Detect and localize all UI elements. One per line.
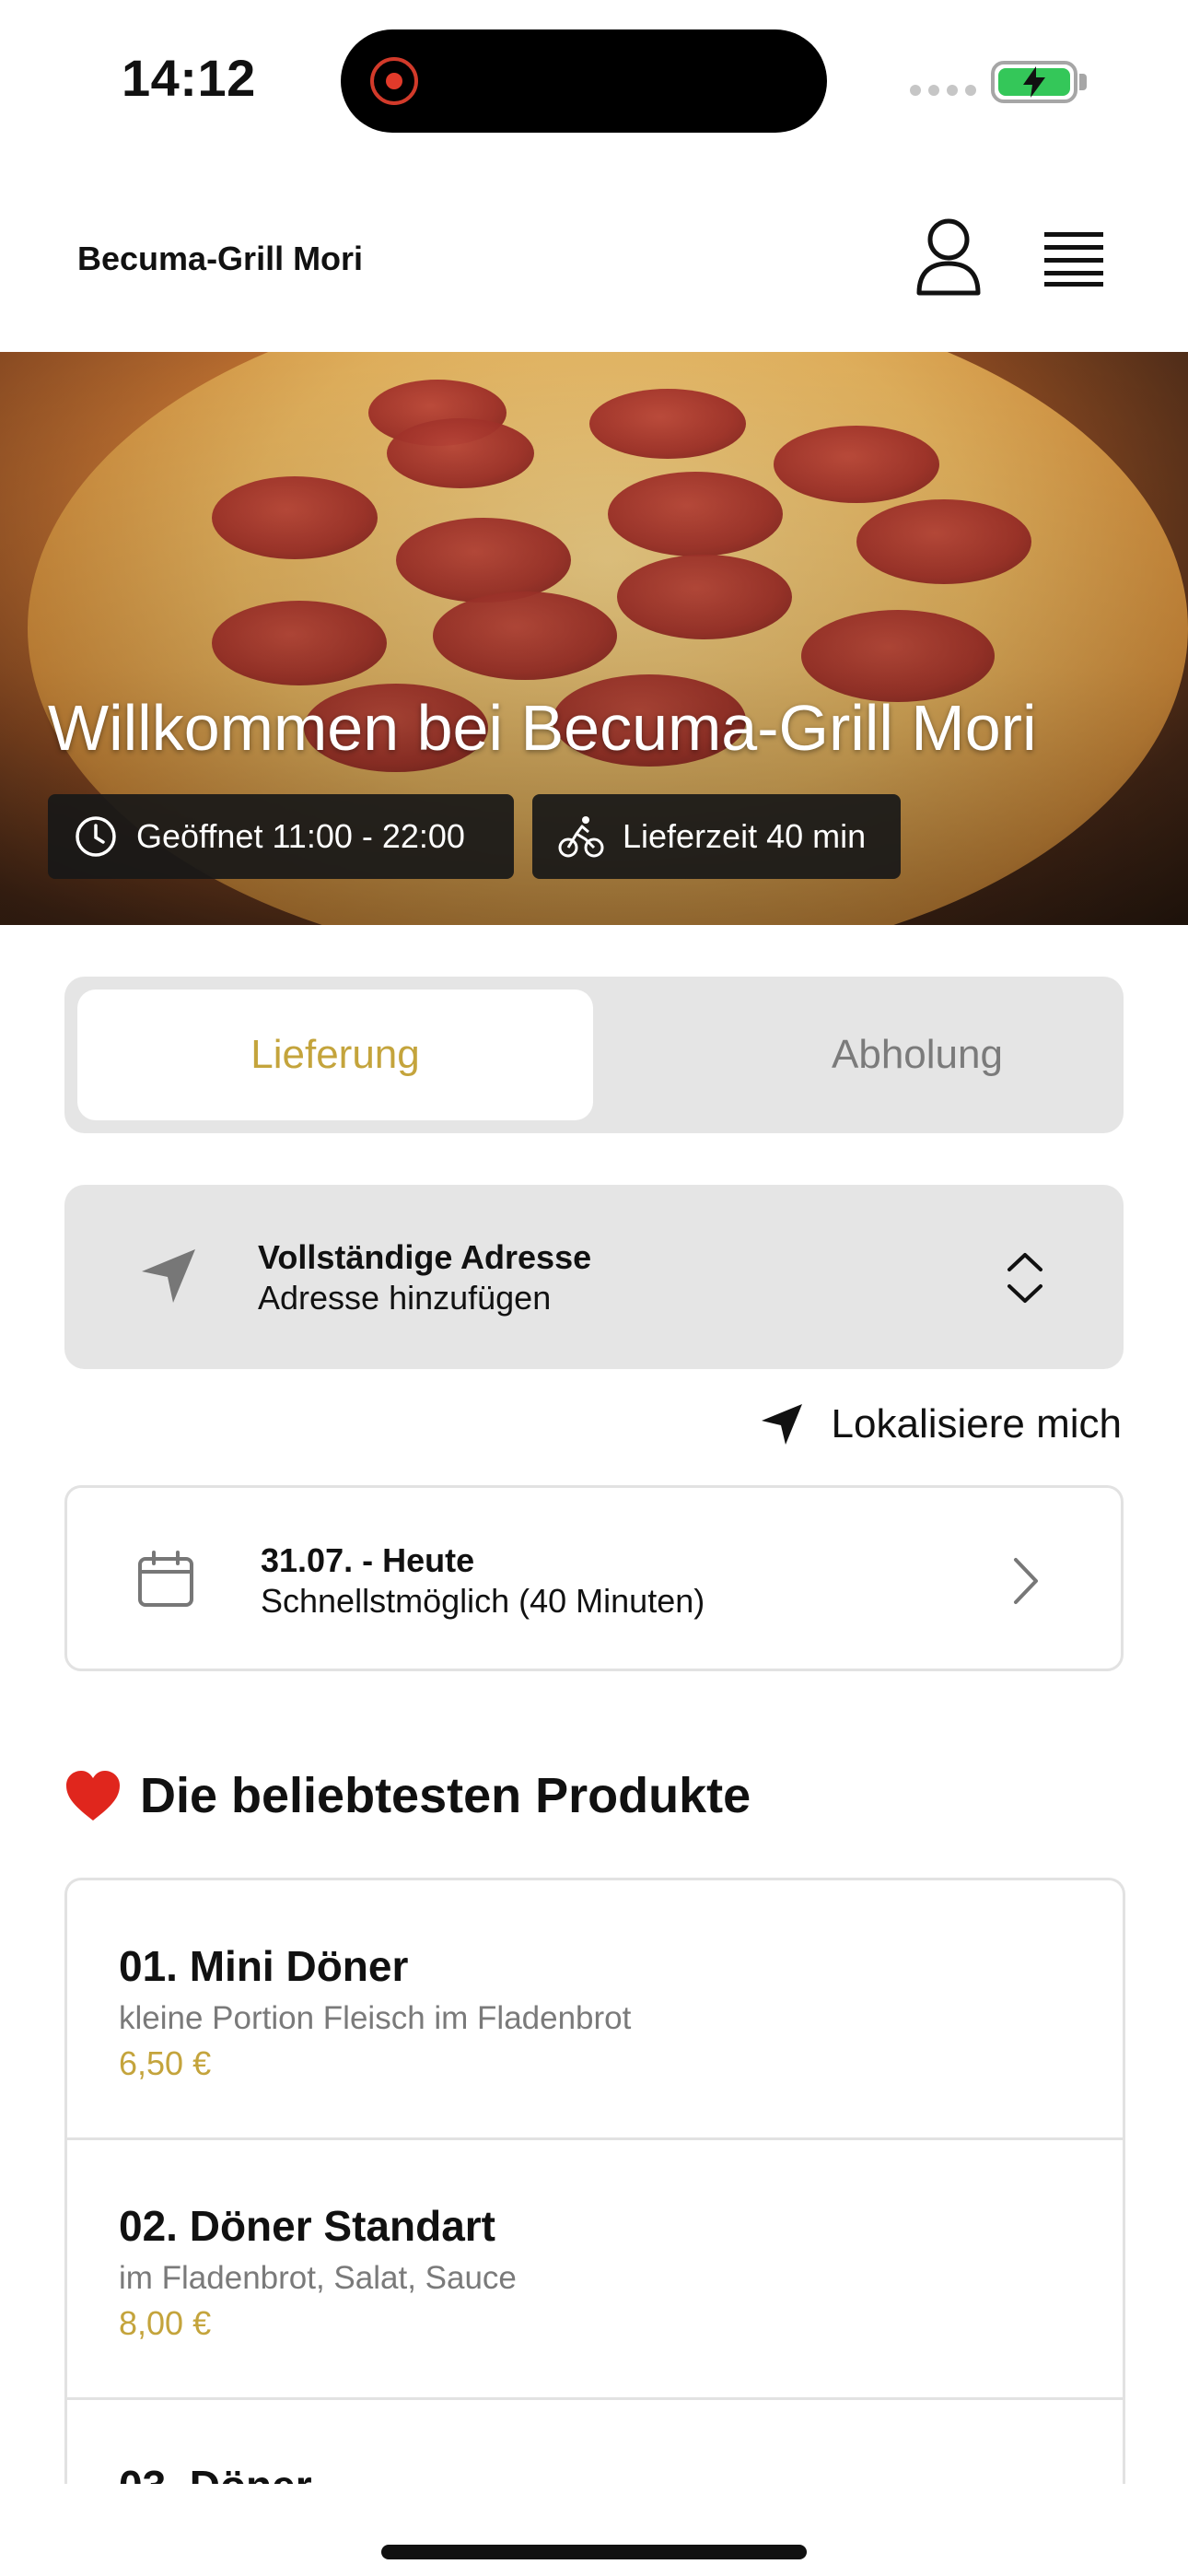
- bike-icon: [558, 816, 604, 858]
- battery-cap: [1079, 74, 1087, 90]
- status-bar: 14:12: [0, 0, 1188, 162]
- recording-indicator-icon: [370, 57, 418, 105]
- brand-name: Becuma-Grill Mori: [77, 240, 364, 277]
- menu-icon: [1044, 232, 1103, 287]
- updown-chevron-icon: [1007, 1253, 1042, 1303]
- address-title: Vollständige Adresse: [258, 1238, 592, 1276]
- opening-hours-text: Geöffnet 11:00 - 22:00: [136, 817, 465, 855]
- dynamic-island: [341, 29, 827, 133]
- signal-icon: [910, 85, 976, 96]
- product-item[interactable]: 03. Döner: [67, 2400, 1123, 2484]
- heart-icon: [66, 1771, 120, 1821]
- locate-me-button[interactable]: Lokalisiere mich: [758, 1400, 1122, 1448]
- popular-products-heading: Die beliebtesten Produkte: [64, 1767, 751, 1824]
- app-header: Becuma-Grill Mori: [0, 162, 1188, 352]
- delivery-time-option: Schnellstmöglich (40 Minuten): [261, 1582, 705, 1620]
- tab-delivery[interactable]: Lieferung: [77, 989, 593, 1120]
- product-description: im Fladenbrot, Salat, Sauce: [119, 2260, 517, 2296]
- status-time: 14:12: [122, 49, 256, 107]
- address-subtitle: Adresse hinzufügen: [258, 1279, 552, 1317]
- charging-bolt-icon: [1023, 66, 1045, 98]
- calendar-icon: [138, 1551, 193, 1607]
- battery-icon: [991, 61, 1077, 103]
- home-indicator[interactable]: [381, 2545, 807, 2559]
- product-item[interactable]: 01. Mini Döner kleine Portion Fleisch im…: [67, 1880, 1123, 2140]
- product-name: 02. Döner Standart: [119, 2202, 495, 2250]
- opening-hours-chip: Geöffnet 11:00 - 22:00: [48, 794, 514, 879]
- navigation-arrow-icon: [142, 1249, 195, 1303]
- delivery-time-chip: Lieferzeit 40 min: [532, 794, 901, 879]
- tab-pickup[interactable]: Abholung: [659, 989, 1175, 1120]
- popular-products-title: Die beliebtesten Produkte: [140, 1768, 751, 1823]
- product-list: 01. Mini Döner kleine Portion Fleisch im…: [64, 1878, 1125, 2484]
- clock-icon: [76, 816, 116, 857]
- hero-title: Willkommen bei Becuma-Grill Mori: [48, 692, 1037, 764]
- delivery-date: 31.07. - Heute: [261, 1541, 475, 1579]
- locate-me-label: Lokalisiere mich: [831, 1401, 1122, 1446]
- delivery-time-text: Lieferzeit 40 min: [623, 817, 867, 855]
- product-item[interactable]: 02. Döner Standart im Fladenbrot, Salat,…: [67, 2140, 1123, 2400]
- account-button[interactable]: [912, 217, 985, 297]
- menu-button[interactable]: [1041, 227, 1107, 287]
- order-type-toggle: Lieferung Abholung: [64, 977, 1124, 1133]
- chevron-right-icon: [1014, 1558, 1038, 1604]
- location-arrow-icon: [761, 1404, 802, 1445]
- user-icon: [916, 218, 981, 296]
- product-description: kleine Portion Fleisch im Fladenbrot: [119, 2000, 632, 2036]
- product-name: 01. Mini Döner: [119, 1942, 409, 1990]
- product-price: 8,00 €: [119, 2304, 212, 2342]
- product-price: 6,50 €: [119, 2044, 212, 2082]
- address-selector[interactable]: Vollständige Adresse Adresse hinzufügen: [64, 1185, 1124, 1369]
- hero-banner: Willkommen bei Becuma-Grill Mori Geöffne…: [0, 352, 1188, 925]
- delivery-time-selector[interactable]: 31.07. - Heute Schnellstmöglich (40 Minu…: [64, 1485, 1124, 1671]
- product-name: 03. Döner: [119, 2461, 1071, 2484]
